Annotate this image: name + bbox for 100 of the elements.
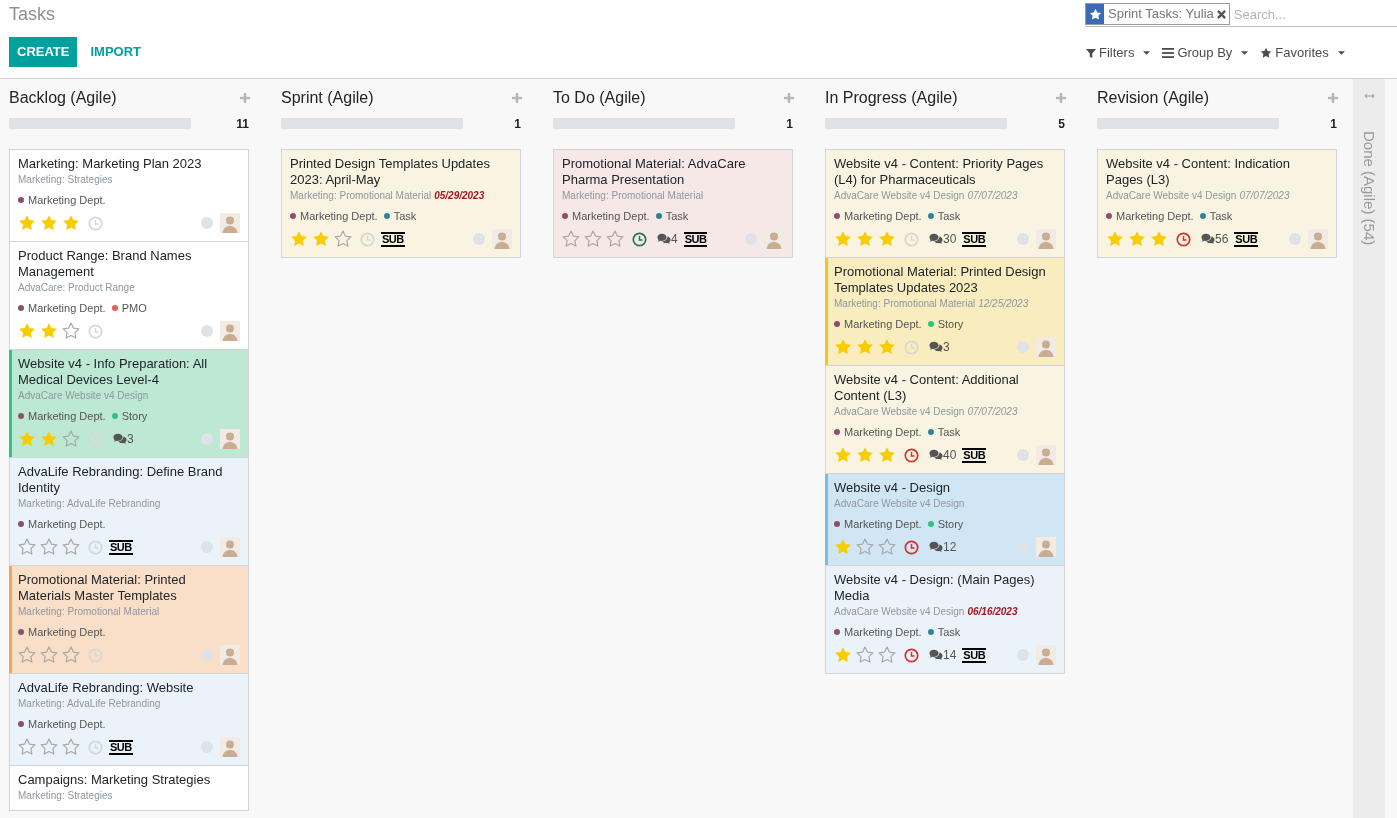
star-icon[interactable] — [62, 646, 80, 664]
comments-button[interactable]: 14 — [929, 648, 957, 662]
comments-button[interactable]: 30 — [929, 232, 957, 246]
favorites-dropdown[interactable]: Favorites — [1260, 45, 1345, 61]
star-icon[interactable] — [40, 646, 58, 664]
clock-icon[interactable] — [904, 539, 919, 555]
comments-button[interactable]: 12 — [929, 540, 957, 554]
star-icon[interactable] — [856, 538, 874, 556]
star-icon[interactable] — [18, 646, 36, 664]
star-icon[interactable] — [834, 538, 852, 556]
comments-button[interactable]: 40 — [929, 448, 957, 462]
star-icon[interactable] — [878, 446, 896, 464]
filters-dropdown[interactable]: Filters — [1086, 45, 1151, 61]
star-icon[interactable] — [62, 538, 80, 556]
star-icon[interactable] — [584, 230, 602, 248]
user-avatar — [1036, 645, 1056, 665]
task-card[interactable]: Promotional Material: Printed Design Templates Updates 2023 Marketing: Promotional Material 12/25/2023 Marketing Dept. Story 3 — [825, 257, 1065, 366]
star-icon[interactable] — [40, 322, 58, 340]
star-icon[interactable] — [62, 738, 80, 756]
search-field[interactable]: Search... — [1233, 3, 1397, 25]
star-icon[interactable] — [834, 646, 852, 664]
task-card[interactable]: Promotional Material: Printed Materials Master Templates Marketing: Promotional Material Marketing Dept. — [9, 565, 249, 674]
star-icon[interactable] — [1106, 230, 1124, 248]
user-avatar — [220, 213, 240, 233]
task-card[interactable]: Product Range: Brand Names Management AdvaCare: Product Range Marketing Dept. PMO — [9, 241, 249, 350]
task-card[interactable]: Website v4 - Content: Additional Content (L3) AdvaCare Website v4 Design 07/07/2023 Marketing Dept. Task 40 SUB — [825, 365, 1065, 474]
column-count: 11 — [236, 115, 249, 133]
star-icon[interactable] — [290, 230, 308, 248]
star-icon[interactable] — [856, 230, 874, 248]
tag-label: Marketing Dept. — [28, 625, 106, 639]
task-card[interactable]: Marketing: Marketing Plan 2023 Marketing: Strategies Marketing Dept. — [9, 149, 249, 242]
star-icon[interactable] — [856, 646, 874, 664]
star-icon[interactable] — [18, 214, 36, 232]
comments-button[interactable]: 3 — [113, 432, 134, 446]
folded-column-title: Done (Agile) (54) — [1360, 131, 1378, 246]
star-icon[interactable] — [562, 230, 580, 248]
star-icon[interactable] — [40, 430, 58, 448]
group-by-dropdown[interactable]: Group By — [1162, 45, 1249, 61]
plus-icon[interactable] — [784, 93, 794, 103]
card-deadline: 07/07/2023 — [1239, 189, 1290, 203]
star-icon[interactable] — [1150, 230, 1168, 248]
task-card[interactable]: Promotional Material: AdvaCare Pharma Presentation Marketing: Promotional Material Marketing Dept. Task 4 SUB — [553, 149, 793, 258]
star-icon[interactable] — [18, 738, 36, 756]
task-card[interactable]: AdvaLife Rebranding: Define Brand Identity Marketing: AdvaLife Rebranding Marketing Dept. SUB — [9, 457, 249, 566]
star-icon[interactable] — [40, 214, 58, 232]
star-icon[interactable] — [1128, 230, 1146, 248]
clock-icon[interactable] — [632, 231, 647, 247]
comments-button[interactable]: 4 — [657, 232, 678, 246]
star-icon[interactable] — [834, 338, 852, 356]
star-icon[interactable] — [18, 538, 36, 556]
star-icon[interactable] — [18, 430, 36, 448]
card-title: AdvaLife Rebranding: Define Brand Identity — [18, 464, 224, 496]
comments-button[interactable]: 56 — [1201, 232, 1229, 246]
star-icon[interactable] — [334, 230, 352, 248]
close-icon[interactable] — [1216, 9, 1226, 19]
task-card[interactable]: Website v4 - Design AdvaCare Website v4 Design Marketing Dept. Story 12 — [825, 473, 1065, 566]
column-title: To Do (Agile) — [553, 88, 646, 108]
tag-label: Marketing Dept. — [300, 209, 378, 223]
star-icon[interactable] — [834, 446, 852, 464]
user-avatar — [220, 645, 240, 665]
task-card[interactable]: Printed Design Templates Updates 2023: April-May Marketing: Promotional Material 05/29/2023 Marketing Dept. Task SUB — [281, 149, 521, 258]
card-project: AdvaCare Website v4 Design — [834, 405, 965, 419]
plus-icon[interactable] — [240, 93, 250, 103]
caret-icon — [1337, 51, 1345, 55]
star-icon[interactable] — [606, 230, 624, 248]
card-title: Promotional Material: Printed Design Templates Updates 2023 — [834, 264, 1047, 296]
star-icon[interactable] — [40, 738, 58, 756]
clock-icon[interactable] — [904, 647, 919, 663]
tag-label: Marketing Dept. — [28, 301, 106, 315]
task-card[interactable]: Website v4 - Design: (Main Pages) Media AdvaCare Website v4 Design 06/16/2023 Marketing Dept. Task 14 SUB — [825, 565, 1065, 674]
star-icon[interactable] — [878, 538, 896, 556]
task-card[interactable]: AdvaLife Rebranding: Website Marketing: AdvaLife Rebranding Marketing Dept. SUB — [9, 673, 249, 766]
plus-icon[interactable] — [1056, 93, 1066, 103]
task-card[interactable]: Website v4 - Content: Indication Pages (L3) AdvaCare Website v4 Design 07/07/2023 Marketing Dept. Task 56 SUB — [1097, 149, 1337, 258]
subtask-label: SUB — [109, 739, 133, 755]
clock-icon[interactable] — [904, 447, 919, 463]
arrows-horizontal-icon — [1363, 93, 1375, 99]
comments-icon — [929, 341, 943, 353]
task-card[interactable]: Website v4 - Info Preparation: All Medical Devices Level-4 AdvaCare Website v4 Design Marketing Dept. Story 3 — [9, 349, 249, 458]
star-icon[interactable] — [878, 230, 896, 248]
plus-icon[interactable] — [1328, 93, 1338, 103]
star-icon[interactable] — [18, 322, 36, 340]
task-card[interactable]: Website v4 - Content: Priority Pages (L4) for Pharmaceuticals AdvaCare Website v4 Design 07/07/2023 Marketing Dept. Task 30 SUB — [825, 149, 1065, 258]
star-icon[interactable] — [62, 430, 80, 448]
task-card[interactable]: Campaigns: Marketing Strategies Marketing: Strategies — [9, 765, 249, 811]
plus-icon[interactable] — [512, 93, 522, 103]
clock-icon[interactable] — [1176, 231, 1191, 247]
star-icon[interactable] — [312, 230, 330, 248]
tag-label: Story — [937, 517, 964, 531]
star-icon[interactable] — [878, 646, 896, 664]
star-icon[interactable] — [40, 538, 58, 556]
card-title: Promotional Material: Printed Materials Master Templates — [18, 572, 187, 604]
star-icon[interactable] — [856, 446, 874, 464]
star-icon[interactable] — [878, 338, 896, 356]
card-title: Website v4 - Info Preparation: All Medical Devices Level-4 — [18, 356, 209, 388]
star-icon[interactable] — [856, 338, 874, 356]
star-icon[interactable] — [62, 214, 80, 232]
star-icon[interactable] — [62, 322, 80, 340]
star-icon[interactable] — [834, 230, 852, 248]
comments-button[interactable]: 3 — [929, 340, 950, 354]
